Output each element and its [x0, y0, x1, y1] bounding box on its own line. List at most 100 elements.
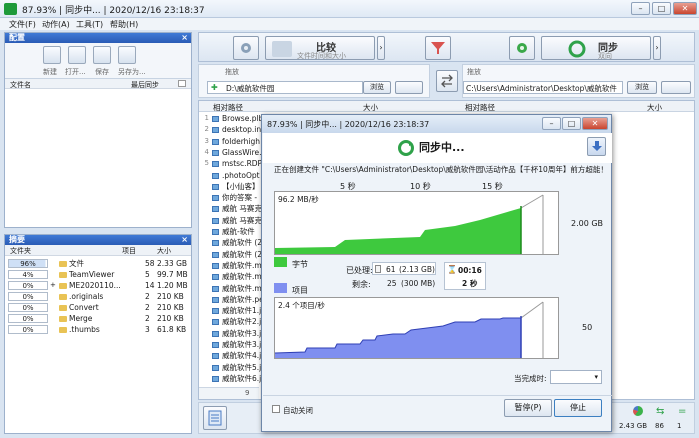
maximize-button[interactable]: □: [652, 2, 671, 15]
dialog-close-button[interactable]: ✕: [582, 117, 608, 130]
items-legend-label: 项目: [292, 286, 308, 295]
expand-icon[interactable]: +: [50, 280, 56, 291]
grid-row[interactable]: 4 GlassWire.: [199, 147, 269, 158]
grid-row[interactable]: 威航软件3.j: [199, 339, 269, 350]
current-operation-text: 正在创建文件 "C:\Users\Administrator\Desktop\威…: [274, 165, 604, 174]
col-right-size[interactable]: 大小: [647, 102, 662, 113]
left-folder-input[interactable]: ✚ D:\威航软件园: [207, 81, 363, 94]
grid-row[interactable]: .photoOpt: [199, 170, 269, 181]
grid-row[interactable]: 5 mstsc.RDP: [199, 158, 269, 169]
summary-row[interactable]: 4% TeamViewer 5 99.7 MB: [5, 269, 191, 280]
col-file-name[interactable]: 文件名: [10, 80, 31, 90]
swap-sides-button[interactable]: [436, 70, 458, 92]
grid-row[interactable]: 威航软件.m: [199, 271, 269, 282]
grid-row[interactable]: 威航软件3.j: [199, 328, 269, 339]
summary-size: 210 KB: [157, 292, 184, 301]
save-as-config-icon[interactable]: [118, 46, 136, 64]
pie-icon: [633, 406, 643, 416]
new-config-icon[interactable]: [43, 46, 61, 64]
pause-button[interactable]: 暂停(P): [504, 399, 552, 417]
file-icon: [212, 161, 219, 168]
col-items[interactable]: 项目: [122, 246, 136, 256]
left-history-button[interactable]: [395, 81, 423, 94]
grid-row[interactable]: 3 folderhigh: [199, 136, 269, 147]
grid-row[interactable]: 威航软件.m: [199, 283, 269, 294]
right-folder-input[interactable]: C:\Users\Administrator\Desktop\威航软件: [463, 81, 623, 94]
compare-button[interactable]: 比较 文件时间和大小: [265, 36, 375, 60]
grid-row[interactable]: 威航软件 (2: [199, 249, 269, 260]
close-button[interactable]: ✕: [673, 2, 697, 15]
grid-row[interactable]: 威航软件.m: [199, 260, 269, 271]
grid-row[interactable]: 威航软件4.j: [199, 350, 269, 361]
menu-tools[interactable]: 工具(T): [76, 19, 103, 30]
left-browse-button[interactable]: 浏览: [363, 81, 391, 94]
summary-row[interactable]: 0% Merge 2 210 KB: [5, 313, 191, 324]
sync-settings-button[interactable]: [509, 36, 535, 60]
config-close-icon[interactable]: ×: [181, 33, 188, 43]
grid-row[interactable]: 威航软件5.j: [199, 362, 269, 373]
menu-file[interactable]: 文件(F): [9, 19, 36, 30]
grid-file-name: Browse.plb: [222, 114, 264, 123]
summary-row[interactable]: 0% .thumbs 3 61.8 KB: [5, 324, 191, 335]
summary-close-icon[interactable]: ×: [181, 235, 188, 245]
compare-settings-button[interactable]: [233, 36, 259, 60]
auto-close-checkbox[interactable]: [272, 405, 280, 413]
col-size[interactable]: 大小: [157, 246, 171, 256]
gear-icon: [241, 43, 251, 53]
dialog-minimize-button[interactable]: –: [542, 117, 561, 130]
menu-action[interactable]: 动作(A): [42, 19, 70, 30]
summary-row[interactable]: 0% Convert 2 210 KB: [5, 302, 191, 313]
summary-row[interactable]: 0% + ME2020110... 14 1.20 MB: [5, 280, 191, 291]
dialog-maximize-button[interactable]: □: [562, 117, 581, 130]
stop-button[interactable]: 停止: [554, 399, 602, 417]
summary-row[interactable]: 96% 文件 58 2.33 GB: [5, 258, 191, 269]
compare-dropdown[interactable]: ›: [377, 36, 385, 60]
right-browse-button[interactable]: 浏览: [627, 81, 657, 94]
col-relative-path[interactable]: 相对路径: [213, 102, 243, 113]
menu-help[interactable]: 帮助(H): [110, 19, 138, 30]
col-relative-path-right[interactable]: 相对路径: [465, 102, 495, 113]
grid-row[interactable]: 你的答案 -: [199, 192, 269, 203]
grid-row[interactable]: 2 desktop.in: [199, 124, 269, 135]
file-icon: [212, 375, 219, 382]
folder-icon: [59, 272, 67, 278]
sync-button[interactable]: 同步 双向: [541, 36, 651, 60]
grid-row[interactable]: 1 Browse.plb: [199, 113, 269, 124]
view-toggle-button[interactable]: [203, 406, 227, 430]
open-config-icon[interactable]: [68, 46, 86, 64]
minimize-to-tray-button[interactable]: [587, 137, 606, 156]
grid-row[interactable]: 【小仙客】: [199, 181, 269, 192]
right-history-button[interactable]: [661, 81, 691, 94]
col-last-sync[interactable]: 最后同步: [131, 80, 159, 90]
col-folder[interactable]: 文件夹: [10, 246, 31, 256]
grid-row[interactable]: 威航软件2.j: [199, 316, 269, 327]
processed-count: 61: [386, 265, 396, 274]
grid-file-name: 威航 马赛克: [222, 204, 262, 214]
save-config-icon[interactable]: [93, 46, 111, 64]
grid-row[interactable]: 威航软件 (2: [199, 237, 269, 248]
row-number: 2: [204, 125, 209, 134]
auto-close-label[interactable]: 自动关闭: [283, 405, 313, 416]
elapsed-time: 00:16: [458, 266, 482, 275]
minimize-button[interactable]: –: [631, 2, 650, 15]
grid-row[interactable]: 威航软件1.j: [199, 305, 269, 316]
when-done-select[interactable]: ▾: [550, 370, 602, 384]
grid-row[interactable]: 威航-软件: [199, 226, 269, 237]
grid-row[interactable]: 威航软件6.j: [199, 373, 269, 384]
file-icon: [212, 364, 219, 371]
remaining-time: 2 秒: [462, 279, 478, 288]
grid-row[interactable]: 威航 马赛克: [199, 215, 269, 226]
dialog-title-bar: 87.93% | 同步中... | 2020/12/16 23:18:37 – …: [262, 115, 611, 133]
select-all-checkbox[interactable]: [178, 80, 186, 87]
remaining-label: 剩余:: [352, 280, 371, 289]
col-left-size[interactable]: 大小: [363, 102, 378, 113]
sync-dropdown[interactable]: ›: [653, 36, 661, 60]
file-icon: [212, 251, 219, 258]
grid-row[interactable]: 威航软件.pe: [199, 294, 269, 305]
menu-bar: 文件(F) 动作(A) 工具(T) 帮助(H): [0, 18, 699, 30]
grid-file-name: mstsc.RDP: [222, 159, 263, 169]
summary-row[interactable]: 0% .originals 2 210 KB: [5, 291, 191, 302]
summary-percent: 96%: [8, 259, 48, 268]
filter-button[interactable]: [425, 36, 451, 60]
grid-row[interactable]: 威航 马赛克: [199, 203, 269, 214]
